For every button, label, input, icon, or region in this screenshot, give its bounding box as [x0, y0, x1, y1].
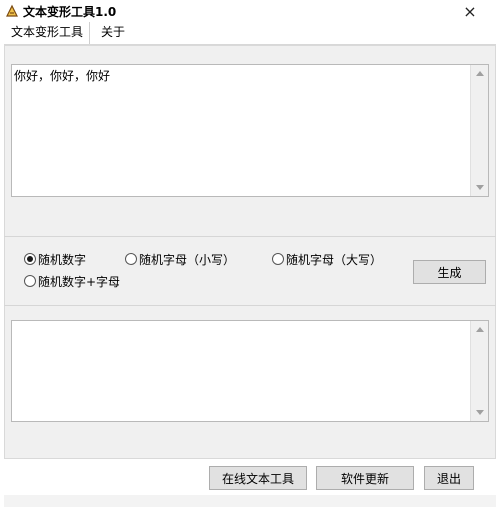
option-label: 随机字母（大写）	[286, 252, 383, 267]
option-random-uppercase[interactable]: 随机字母（大写）	[272, 251, 382, 267]
option-label: 随机数字+字母	[38, 274, 121, 289]
scroll-down-icon[interactable]	[471, 179, 488, 196]
radio-unchecked-icon	[24, 275, 36, 287]
option-random-lowercase[interactable]: 随机字母（小写）	[125, 251, 235, 267]
close-button[interactable]: ×	[448, 0, 492, 22]
status-strip	[4, 495, 496, 507]
scroll-up-icon[interactable]	[471, 65, 488, 82]
option-random-digits-letters[interactable]: 随机数字+字母	[24, 273, 120, 289]
input-scrollbar[interactable]	[470, 65, 488, 196]
separator	[4, 236, 496, 237]
radio-unchecked-icon	[125, 253, 137, 265]
output-scrollbar[interactable]	[470, 321, 488, 421]
close-icon: ×	[463, 1, 477, 21]
tab-text-transform[interactable]: 文本变形工具	[6, 22, 90, 44]
option-label: 随机字母（小写）	[139, 252, 236, 267]
window-title: 文本变形工具1.0	[23, 5, 117, 19]
scroll-down-icon[interactable]	[471, 404, 488, 421]
radio-unchecked-icon	[272, 253, 284, 265]
tab-about[interactable]: 关于	[96, 22, 130, 44]
separator	[4, 305, 496, 306]
online-tools-button[interactable]: 在线文本工具	[209, 466, 307, 490]
option-label: 随机数字	[38, 252, 87, 267]
exit-button[interactable]: 退出	[424, 466, 474, 490]
app-icon	[5, 4, 19, 18]
scroll-up-icon[interactable]	[471, 321, 488, 338]
radio-checked-icon	[24, 253, 36, 265]
input-textarea[interactable]: 你好，你好，你好	[11, 64, 489, 197]
output-textarea[interactable]	[11, 320, 489, 422]
input-text: 你好，你好，你好	[14, 69, 111, 83]
software-update-button[interactable]: 软件更新	[316, 466, 414, 490]
generate-button[interactable]: 生成	[413, 260, 486, 284]
option-random-digits[interactable]: 随机数字	[24, 251, 86, 267]
